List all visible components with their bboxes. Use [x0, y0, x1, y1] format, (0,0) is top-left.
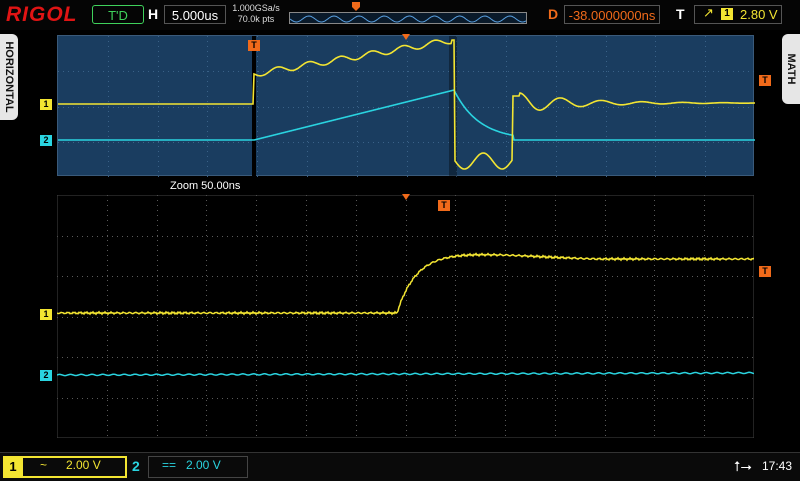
- ch1-label[interactable]: 1: [3, 456, 23, 478]
- zoom-waveform-svg: [57, 195, 754, 438]
- math-tab-label: MATH: [785, 53, 797, 85]
- ch2-offset-marker-zoom[interactable]: 2: [40, 370, 52, 381]
- trigger-delay-readout[interactable]: -38.0000000ns: [564, 5, 660, 24]
- timebase-readout[interactable]: 5.000us: [164, 5, 226, 24]
- ch1-offset-marker-zoom[interactable]: 1: [40, 309, 52, 320]
- clock: 17:43: [762, 459, 793, 473]
- usb-icon: ⭡⭢: [734, 458, 752, 474]
- trigger-label: T: [676, 6, 685, 22]
- ch2-offset-marker-main[interactable]: 2: [40, 135, 52, 146]
- rising-edge-icon: ↗: [703, 5, 714, 20]
- main-waveform-window[interactable]: [57, 35, 755, 177]
- trigger-level-readout[interactable]: 2.80 V: [740, 5, 778, 24]
- horizontal-label: H: [148, 6, 159, 22]
- horizontal-menu-tab[interactable]: HORIZONTAL: [0, 34, 18, 120]
- zoom-region-left-edge: [252, 36, 256, 177]
- ch1-zoom-trace: [57, 252, 754, 316]
- delay-label: D: [548, 6, 559, 22]
- trigger-source-badge: 1: [721, 8, 733, 20]
- zoom-waveform-window[interactable]: [57, 195, 754, 438]
- ch1-overview-trace: [58, 39, 755, 170]
- trigger-position-marker-main[interactable]: T: [248, 40, 260, 51]
- memory-trigger-marker: [352, 2, 360, 11]
- trigger-level-marker-zoom[interactable]: T: [759, 266, 771, 277]
- ch1-offset-marker-main[interactable]: 1: [40, 99, 52, 110]
- acquisition-info: 1.000GSa/s 70.0k pts: [230, 3, 282, 25]
- zoom-region-right-edge: [449, 36, 457, 177]
- ch2-label[interactable]: 2: [132, 458, 140, 474]
- zoom-timebase-label: Zoom 50.00ns: [170, 180, 241, 192]
- ch2-zoom-trace: [57, 371, 754, 377]
- ch2-scale[interactable]: 2.00 V: [186, 458, 221, 472]
- trigger-position-marker-zoom[interactable]: T: [438, 200, 450, 211]
- brand-logo: RIGOL: [6, 3, 78, 26]
- ch2-coupling-dc-icon: ==: [162, 458, 177, 472]
- sample-rate: 1.000GSa/s: [232, 3, 280, 13]
- trigger-status-badge[interactable]: T'D: [92, 5, 144, 24]
- memory-waveform-preview: [290, 15, 526, 23]
- ch2-overview-trace: [58, 89, 755, 141]
- math-menu-tab[interactable]: MATH: [782, 34, 800, 104]
- memory-depth: 70.0k pts: [237, 14, 275, 24]
- trigger-level-marker-main[interactable]: T: [759, 75, 771, 86]
- ch1-scale[interactable]: 2.00 V: [66, 458, 101, 472]
- main-center-marker: [402, 34, 410, 40]
- main-waveform-svg: [58, 36, 755, 177]
- ch1-coupling-ac-icon: ~: [40, 458, 48, 472]
- memory-position-bar[interactable]: [289, 12, 527, 24]
- zoom-center-marker: [402, 194, 410, 200]
- horizontal-tab-label: HORIZONTAL: [3, 41, 15, 113]
